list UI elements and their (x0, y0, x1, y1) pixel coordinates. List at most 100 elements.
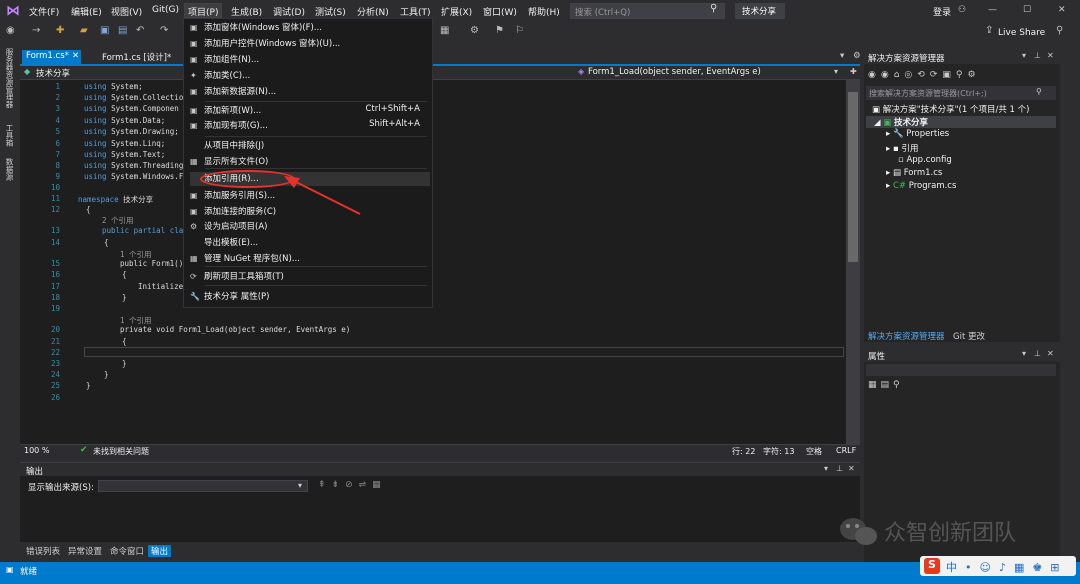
ime-logo-icon[interactable]: S (924, 558, 940, 574)
menu-item-show-all-files[interactable]: ▦ 显示所有文件(O) (190, 155, 430, 169)
menu-item-exclude-from-project[interactable]: 从项目中排除(J) (190, 139, 430, 153)
undo-icon[interactable]: ↶ (136, 25, 144, 36)
menu-item-add-form[interactable]: ▣ 添加窗体(Windows 窗体)(F)... (190, 21, 430, 35)
tab-git-changes[interactable]: Git 更改 (953, 330, 985, 342)
output-menu-icon[interactable]: ▾ (824, 464, 828, 473)
live-share-button[interactable]: Live Share (995, 27, 1048, 42)
ime-tool-icons[interactable]: 中•☺♪▦♚⊞ (946, 559, 1067, 575)
output-close-icon[interactable]: ✕ (848, 464, 855, 473)
maximize-icon[interactable]: ☐ (1020, 4, 1034, 19)
menu-item-export-template[interactable]: 导出模板(E)... (190, 236, 430, 250)
account-icon[interactable]: ⚇ (955, 4, 969, 19)
menu-item-add-user-control[interactable]: ▣ 添加用户控件(Windows 窗体)(U)... (190, 37, 430, 51)
save-icon[interactable]: ▣ (100, 25, 109, 36)
whitespace-indicator[interactable]: 空格 (806, 446, 822, 457)
ref-count-class[interactable]: 2 个引用 (102, 215, 134, 226)
panel-close-icon[interactable]: ✕ (1047, 51, 1054, 60)
menu-edit[interactable]: 编辑(E) (68, 4, 105, 19)
menu-build[interactable]: 生成(B) (228, 4, 265, 19)
props-menu-icon[interactable]: ▾ (1022, 349, 1026, 358)
properties-node[interactable]: ▸ 🔧 Properties (886, 129, 949, 139)
tab-settings-icon[interactable]: ⚙ (849, 50, 865, 64)
solution-search-input[interactable]: 搜索解决方案资源管理器(Ctrl+;) (866, 86, 1056, 100)
nav-dropdown-arrow-icon[interactable]: ▾ (834, 67, 838, 76)
select-dropdown-icon[interactable]: ▾ (298, 481, 302, 490)
output-source-select[interactable] (98, 480, 308, 492)
project-node[interactable]: ◢ ▣ 技术分享 (874, 116, 928, 128)
menu-analyze[interactable]: 分析(N) (354, 4, 392, 19)
tab-form1-cs[interactable]: Form1.cs* (22, 50, 73, 64)
menu-help[interactable]: 帮助(H) (525, 4, 563, 19)
tab-dropdown-icon[interactable]: ▾ (836, 50, 848, 64)
props-close-icon[interactable]: ✕ (1047, 349, 1054, 358)
tab-form1-designer[interactable]: Form1.cs [设计]* (98, 50, 175, 64)
data-sources-tab[interactable]: 数据源 (4, 158, 14, 181)
tab-output[interactable]: 输出 (148, 545, 172, 557)
menu-project[interactable]: 项目(P) (184, 3, 223, 18)
open-folder-icon[interactable]: ▰ (80, 25, 88, 36)
tab-error-list[interactable]: 错误列表 (26, 545, 60, 557)
expand-icon[interactable]: ◢ (874, 118, 883, 128)
program-cs-node[interactable]: ▸ C# Program.cs (886, 181, 956, 191)
menu-item-add-new-item[interactable]: ▣ 添加新项(W)... Ctrl+Shift+A (190, 104, 430, 118)
pin-icon[interactable]: ⊥ (1034, 51, 1041, 60)
tab-close-icon[interactable]: ✕ (70, 50, 82, 64)
tab-exception-settings[interactable]: 异常设置 (68, 545, 102, 557)
menu-item-add-existing-item[interactable]: ▣ 添加现有项(G)... Shift+Alt+A (190, 119, 430, 133)
output-toolbar-icons[interactable]: ⇞⇟⊘⇌▦ (318, 480, 387, 490)
forward-icon[interactable]: → (32, 25, 40, 36)
panel-menu-icon[interactable]: ▾ (1022, 51, 1026, 60)
server-explorer-tab[interactable]: 服务器资源管理器 (4, 48, 14, 108)
app-config-node[interactable]: ▫ App.config (898, 155, 952, 165)
bookmark-icon[interactable]: ⚑ (495, 25, 504, 36)
search-input[interactable]: 搜索 (Ctrl+Q) (570, 3, 725, 19)
props-pin-icon[interactable]: ⊥ (1034, 349, 1041, 358)
menu-view[interactable]: 视图(V) (108, 4, 145, 19)
output-pin-icon[interactable]: ⊥ (836, 464, 843, 473)
properties-object-selector[interactable] (866, 364, 1056, 376)
menu-item-manage-nuget[interactable]: ▦ 管理 NuGet 程序包(N)... (190, 252, 430, 266)
toolbar-format-icon[interactable]: ▦ (440, 25, 449, 36)
menu-git[interactable]: Git(G) (149, 4, 182, 19)
menu-file[interactable]: 文件(F) (26, 4, 62, 19)
split-editor-icon[interactable]: ✚ (850, 67, 857, 76)
feedback-icon[interactable]: ⚲ (1056, 25, 1063, 36)
zoom-level[interactable]: 100 % (24, 446, 49, 455)
nav-project-dropdown[interactable]: 技术分享 (36, 67, 70, 79)
menu-item-add-data-source[interactable]: ▣ 添加新数据源(N)... (190, 85, 430, 99)
properties-toolbar-icons[interactable]: ▦▤⚲ (868, 380, 904, 390)
issues-indicator[interactable]: 未找到相关问题 (93, 446, 149, 457)
bookmark-prev-icon[interactable]: ⚐ (515, 25, 524, 36)
toolbar-tool-icon[interactable]: ⚙ (470, 25, 479, 36)
form1-cs-node[interactable]: ▸ ▤ Form1.cs (886, 168, 942, 178)
redo-icon[interactable]: ↷ (160, 25, 168, 36)
toolbox-tab[interactable]: 工具箱 (4, 124, 14, 147)
editor-scrollbar-thumb[interactable] (848, 92, 858, 262)
line-ending-indicator[interactable]: CRLF (836, 446, 856, 455)
references-node[interactable]: ▸ ▪ 引用 (886, 142, 918, 154)
menu-debug[interactable]: 调试(D) (270, 4, 308, 19)
menu-item-refresh-toolbox[interactable]: ⟳ 刷新项目工具箱项(T) (190, 270, 430, 284)
solution-toolbar-icons[interactable]: ◉◉⌂◎⟲⟳▣⚲⚙ (868, 70, 981, 80)
menu-item-add-class[interactable]: ✦ 添加类(C)... (190, 69, 430, 83)
back-icon[interactable]: ◉ (6, 25, 15, 36)
menu-item-set-startup-project[interactable]: ⚙ 设为启动项目(A) (190, 220, 430, 234)
new-project-icon[interactable]: ✚ (56, 25, 64, 36)
solution-node[interactable]: ▣ 解决方案"技术分享"(1 个项目/共 1 个) (872, 103, 1029, 115)
minimize-icon[interactable]: — (985, 4, 1000, 19)
menu-extensions[interactable]: 扩展(X) (438, 4, 475, 19)
menu-window[interactable]: 窗口(W) (480, 4, 520, 19)
menu-test[interactable]: 测试(S) (312, 4, 349, 19)
menu-tools[interactable]: 工具(T) (397, 4, 434, 19)
tab-command-window[interactable]: 命令窗口 (110, 545, 144, 557)
nav-member-dropdown[interactable]: Form1_Load(object sender, EventArgs e) (588, 67, 761, 77)
menu-item-add-component[interactable]: ▣ 添加组件(N)... (190, 53, 430, 67)
login-link[interactable]: 登录 (930, 4, 954, 19)
close-icon[interactable]: ✕ (1055, 4, 1069, 19)
solution-search-icon[interactable]: ⚲ (1036, 87, 1042, 96)
live-share-icon[interactable]: ⇪ (985, 25, 993, 36)
menu-item-project-properties[interactable]: 🔧 技术分享 属性(P) (190, 290, 430, 304)
save-all-icon[interactable]: ▤ (118, 25, 127, 36)
tab-solution-explorer[interactable]: 解决方案资源管理器 (868, 330, 945, 342)
search-icon[interactable]: ⚲ (710, 3, 717, 14)
